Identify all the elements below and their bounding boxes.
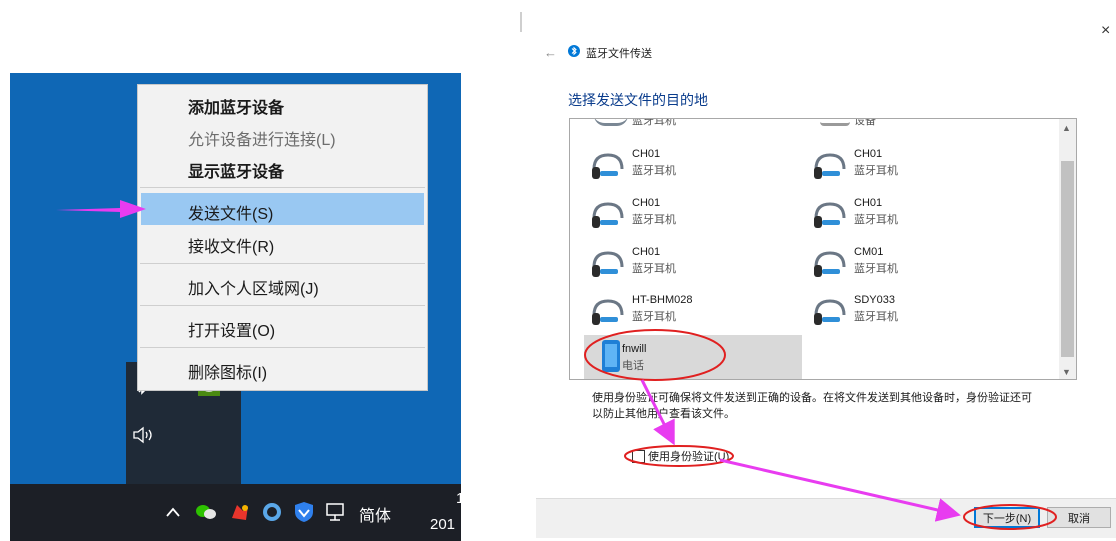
device-name: SDY033	[854, 294, 895, 306]
device-name: fnwill	[622, 343, 647, 355]
shield-icon[interactable]	[292, 500, 316, 524]
dialog-heading: 选择发送文件的目的地	[568, 92, 708, 108]
headset-icon	[594, 119, 628, 126]
list-item-device[interactable]: CM01 蓝牙耳机	[802, 243, 1022, 285]
auth-checkbox[interactable]	[632, 449, 645, 463]
menu-item-join-pan[interactable]: 加入个人区域网(J)	[188, 275, 319, 299]
device-type: 蓝牙耳机	[632, 263, 676, 275]
ime-indicator[interactable]: 简体	[359, 502, 391, 526]
bluetooth-context-menu: 添加蓝牙设备 允许设备进行连接(L) 显示蓝牙设备 发送文件(S) 接收文件(R…	[137, 84, 428, 391]
cancel-button[interactable]: 取消	[1047, 507, 1111, 528]
headset-icon	[814, 202, 846, 228]
menu-item-send-file[interactable]: 发送文件(S)	[188, 200, 273, 224]
device-type: 蓝牙耳机	[632, 311, 676, 323]
device-type: 蓝牙耳机	[632, 214, 676, 226]
device-name: CH01	[632, 246, 661, 258]
list-item-device[interactable]: CH01 蓝牙耳机	[580, 145, 800, 187]
headset-icon	[592, 202, 624, 228]
menu-item-allow-connect: 允许设备进行连接(L)	[188, 132, 336, 149]
headset-icon	[592, 251, 624, 277]
device-type: 蓝牙耳机	[632, 165, 676, 177]
list-item-partial: 设备	[854, 118, 876, 127]
bluetooth-title-icon	[568, 45, 580, 57]
device-name: CH01	[854, 148, 883, 160]
device-name: CH01	[632, 148, 661, 160]
device-name: HT-BHM028	[632, 294, 693, 306]
headset-icon	[814, 153, 846, 179]
list-item-device[interactable]: CH01 蓝牙耳机	[802, 194, 1022, 236]
headset-icon	[592, 299, 624, 325]
auth-checkbox-row[interactable]: 使用身份验证(U)	[632, 448, 729, 464]
menu-item-remove-icon[interactable]: 删除图标(I)	[188, 359, 267, 383]
list-scrollbar[interactable]: ▲ ▼	[1059, 119, 1076, 379]
device-type: 电话	[622, 360, 644, 372]
device-type: 蓝牙耳机	[854, 214, 898, 226]
list-item-device[interactable]: CH01 蓝牙耳机	[802, 145, 1022, 187]
red-app-icon[interactable]	[228, 500, 252, 524]
menu-highlight	[141, 193, 424, 225]
device-type: 蓝牙耳机	[854, 165, 898, 177]
menu-item-add-device[interactable]: 添加蓝牙设备	[188, 94, 284, 118]
wechat-icon[interactable]	[194, 502, 218, 522]
device-name: CH01	[632, 197, 661, 209]
menu-separator	[140, 305, 425, 306]
volume-icon[interactable]	[130, 424, 158, 446]
next-button[interactable]: 下一步(N)	[974, 507, 1040, 528]
device-name: CH01	[854, 197, 883, 209]
list-item-device[interactable]: CH01 蓝牙耳机	[580, 243, 800, 285]
back-arrow-icon[interactable]: ←	[544, 45, 557, 60]
list-item-device[interactable]: HT-BHM028 蓝牙耳机	[580, 291, 800, 333]
menu-separator	[140, 187, 425, 188]
network-icon[interactable]	[324, 500, 348, 524]
list-item-device-selected[interactable]: fnwill 电话	[584, 335, 802, 379]
headset-icon	[592, 153, 624, 179]
headset-icon	[814, 251, 846, 277]
chevron-up-icon[interactable]	[164, 502, 182, 522]
scroll-up-icon[interactable]: ▲	[1062, 123, 1071, 133]
menu-item-receive-file[interactable]: 接收文件(R)	[188, 233, 274, 257]
device-type: 蓝牙耳机	[854, 263, 898, 275]
menu-item-open-settings[interactable]: 打开设置(O)	[188, 317, 275, 341]
clock-date-partial[interactable]: 201	[430, 516, 455, 533]
clock-top-partial: 1	[456, 490, 461, 507]
bluetooth-file-transfer-dialog: × ← 蓝牙文件传送 选择发送文件的目的地 蓝牙耳机 设备 CH01 蓝牙耳机 …	[520, 0, 1116, 538]
divider	[520, 12, 522, 32]
dialog-title: 蓝牙文件传送	[586, 48, 652, 60]
list-item-partial: 蓝牙耳机	[632, 118, 676, 127]
scroll-thumb[interactable]	[1061, 161, 1074, 357]
menu-separator	[140, 347, 425, 348]
list-item-device[interactable]: CH01 蓝牙耳机	[580, 194, 800, 236]
dialog-footer: 下一步(N) 取消	[536, 498, 1116, 538]
close-icon[interactable]: ×	[1101, 22, 1110, 40]
headset-icon	[814, 299, 846, 325]
list-item-device[interactable]: SDY033 蓝牙耳机	[802, 291, 1022, 333]
menu-item-show-devices[interactable]: 显示蓝牙设备	[188, 158, 284, 182]
device-name: CM01	[854, 246, 884, 258]
taskbar: 简体 1 201	[10, 484, 461, 541]
device-icon	[820, 119, 850, 126]
qq-browser-icon[interactable]	[260, 500, 284, 524]
device-list: 蓝牙耳机 设备 CH01 蓝牙耳机 CH01 蓝牙耳机 CH01 蓝牙耳机 CH…	[569, 118, 1077, 380]
menu-separator	[140, 263, 425, 264]
auth-note: 使用身份验证可确保将文件发送到正确的设备。在将文件发送到其他设备时，身份验证还可…	[592, 392, 1032, 420]
scroll-down-icon[interactable]: ▼	[1062, 367, 1071, 377]
device-type: 蓝牙耳机	[854, 311, 898, 323]
auth-checkbox-label[interactable]: 使用身份验证(U)	[648, 448, 729, 464]
